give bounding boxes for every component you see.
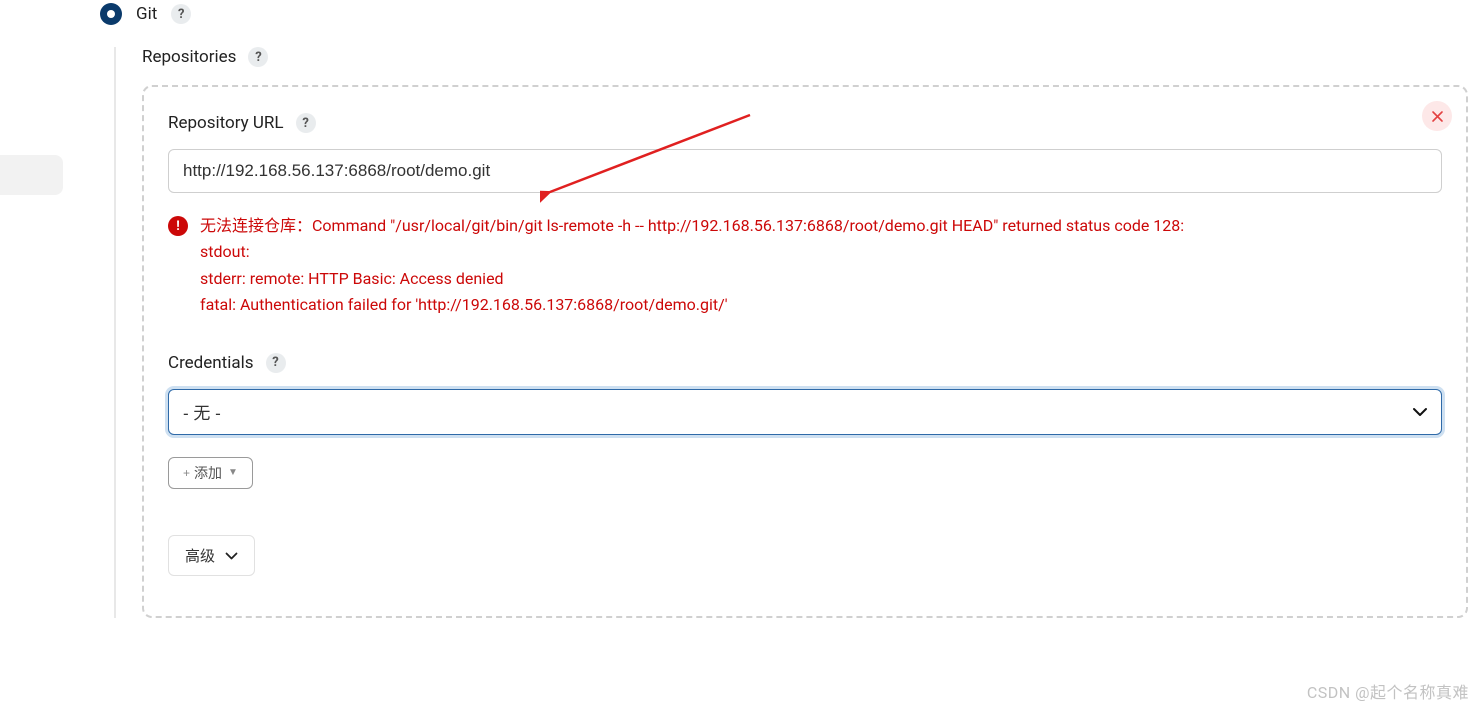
repositories-heading: Repositories ?	[142, 47, 1468, 67]
help-icon[interactable]: ?	[171, 4, 191, 24]
credentials-select-wrap	[168, 389, 1442, 435]
repository-panel: Repository URL ? ! 无法连接仓库：Command "/usr/…	[142, 85, 1468, 618]
help-icon[interactable]: ?	[266, 353, 286, 373]
advanced-button-label: 高级	[185, 545, 215, 566]
plus-icon: +	[183, 466, 190, 480]
close-icon	[1431, 110, 1444, 123]
repository-error: ! 无法连接仓库：Command "/usr/local/git/bin/git…	[168, 213, 1442, 319]
chevron-down-icon	[225, 552, 238, 560]
repository-url-label: Repository URL	[168, 113, 284, 133]
repository-url-label-row: Repository URL ?	[168, 113, 1442, 133]
credentials-select[interactable]	[168, 389, 1442, 435]
scm-git-section: Git ? Repositories ? Repository URL ? ! …	[100, 3, 1468, 618]
sidebar-tab-stub[interactable]	[0, 155, 63, 195]
watermark: CSDN @起个名称真难	[1307, 679, 1469, 703]
radio-selected-icon	[100, 3, 122, 25]
dropdown-caret-icon: ▼	[228, 467, 238, 478]
git-config-block: Repositories ? Repository URL ? ! 无法连接仓库…	[114, 47, 1468, 618]
scm-radio-git[interactable]: Git ?	[100, 3, 1468, 25]
credentials-label-row: Credentials ?	[168, 353, 1442, 373]
credentials-label: Credentials	[168, 353, 254, 373]
remove-repository-button[interactable]	[1422, 101, 1452, 131]
repository-url-input[interactable]	[168, 149, 1442, 193]
add-button-label: 添加	[194, 466, 222, 481]
advanced-button[interactable]: 高级	[168, 535, 255, 576]
repositories-label: Repositories	[142, 47, 236, 67]
scm-git-label: Git	[136, 4, 157, 24]
error-text: 无法连接仓库：Command "/usr/local/git/bin/git l…	[200, 213, 1184, 319]
help-icon[interactable]: ?	[248, 47, 268, 67]
error-icon: !	[168, 216, 188, 236]
add-credentials-button[interactable]: + 添加 ▼	[168, 457, 253, 490]
help-icon[interactable]: ?	[296, 113, 316, 133]
